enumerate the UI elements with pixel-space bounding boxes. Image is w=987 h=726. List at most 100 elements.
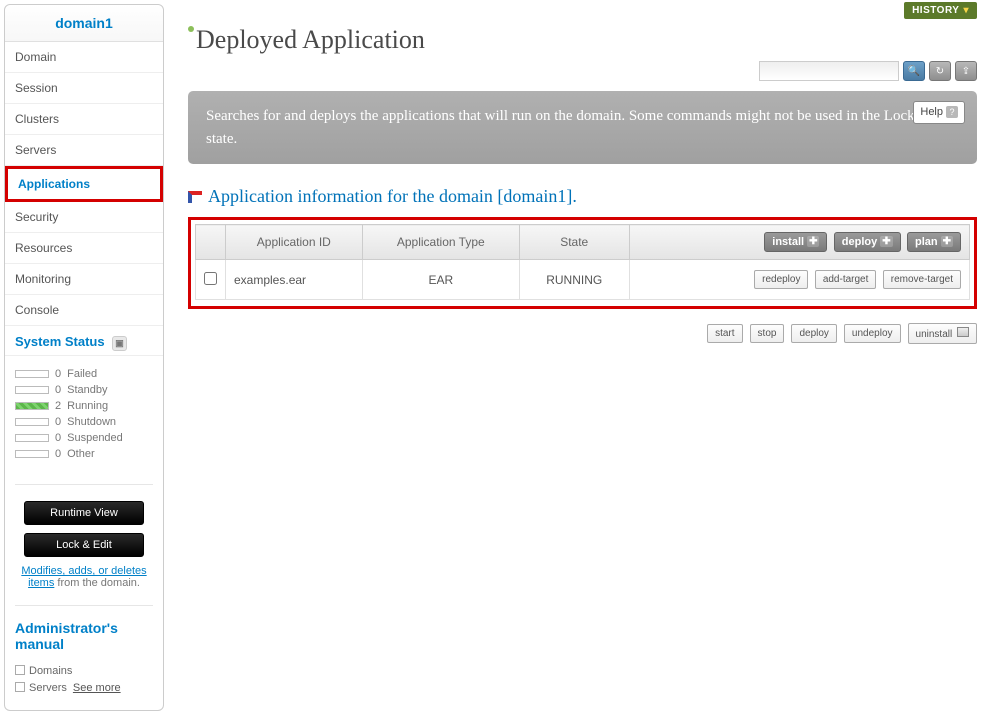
admin-manual-title: Administrator's manual: [5, 612, 163, 660]
search-input[interactable]: [759, 61, 899, 81]
plus-icon: ✚: [807, 236, 819, 247]
start-button[interactable]: start: [707, 324, 742, 343]
install-button[interactable]: install✚: [764, 232, 827, 252]
page-title: Deployed Application: [188, 25, 977, 55]
nav-console[interactable]: Console: [5, 295, 163, 326]
col-app-id: Application ID: [226, 225, 363, 260]
nav-security[interactable]: Security: [5, 202, 163, 233]
lock-edit-button[interactable]: Lock & Edit: [24, 533, 144, 557]
plan-label: plan: [915, 236, 938, 248]
label-shutdown: Shutdown: [67, 416, 116, 428]
col-app-type: Application Type: [362, 225, 519, 260]
nav-servers[interactable]: Servers: [5, 135, 163, 166]
search-bar: 🔍 ↻ ⇪: [188, 61, 977, 81]
nav-monitoring[interactable]: Monitoring: [5, 264, 163, 295]
search-icon: 🔍: [908, 66, 920, 77]
count-running: 2: [55, 400, 61, 412]
doc-icon: [15, 682, 25, 692]
label-running: Running: [67, 400, 108, 412]
nav-applications[interactable]: Applications: [5, 166, 163, 202]
plus-icon: ✚: [941, 236, 953, 247]
mod-text: Modifies, adds, or deletes items from th…: [15, 565, 153, 589]
history-label: HISTORY: [912, 5, 959, 16]
doc-icon: [15, 665, 25, 675]
mod-text-rest: from the domain.: [54, 577, 140, 589]
label-failed: Failed: [67, 368, 97, 380]
admin-domains-label: Domains: [29, 665, 72, 677]
label-other: Other: [67, 448, 95, 460]
section-title-text: Application information for the domain […: [208, 186, 577, 207]
label-suspended: Suspended: [67, 432, 123, 444]
col-checkbox: [196, 225, 226, 260]
admin-manual-list: Domains Servers See more: [5, 664, 163, 710]
table-header-row: Application ID Application Type State in…: [196, 225, 970, 260]
count-shutdown: 0: [55, 416, 61, 428]
export-icon: ⇪: [962, 66, 970, 77]
status-failed: 0 Failed: [15, 368, 153, 380]
admin-domains[interactable]: Domains: [15, 664, 153, 677]
sidebar: domain1 Domain Session Clusters Servers …: [4, 4, 164, 711]
install-label: install: [772, 236, 804, 248]
description-text: Searches for and deploys the application…: [206, 108, 959, 147]
chevron-down-icon: ▾: [963, 5, 969, 16]
redeploy-button[interactable]: redeploy: [754, 270, 808, 289]
sidebar-title: domain1: [5, 5, 163, 42]
help-label: Help: [920, 106, 943, 118]
description-box: Searches for and deploys the application…: [188, 91, 977, 164]
col-actions: install✚ deploy✚ plan✚: [629, 225, 970, 260]
bar-suspended: [15, 434, 49, 442]
stop-button[interactable]: stop: [750, 324, 785, 343]
export-button[interactable]: ⇪: [955, 61, 977, 81]
undeploy-button[interactable]: undeploy: [844, 324, 901, 343]
deploy-button[interactable]: deploy: [791, 324, 836, 343]
bar-failed: [15, 370, 49, 378]
system-status-list: 0 Failed 0 Standby 2 Running 0 Shutdown …: [5, 356, 163, 478]
bar-running: [15, 402, 49, 410]
runtime-view-button[interactable]: Runtime View: [24, 501, 144, 525]
status-dot-icon: [188, 26, 194, 32]
system-status-icon[interactable]: ▣: [112, 336, 127, 351]
row-checkbox-cell: [196, 260, 226, 300]
nav-session[interactable]: Session: [5, 73, 163, 104]
refresh-icon: ↻: [936, 66, 944, 77]
status-running: 2 Running: [15, 400, 153, 412]
side-actions: Runtime View Lock & Edit Modifies, adds,…: [5, 491, 163, 599]
page-title-text: Deployed Application: [196, 25, 425, 54]
help-icon: ?: [946, 106, 958, 118]
row-state: RUNNING: [519, 260, 629, 300]
divider-2: [15, 605, 153, 606]
admin-servers[interactable]: Servers See more: [15, 681, 153, 694]
nav-clusters[interactable]: Clusters: [5, 104, 163, 135]
status-standby: 0 Standby: [15, 384, 153, 396]
status-suspended: 0 Suspended: [15, 432, 153, 444]
uninstall-icon: [957, 327, 969, 337]
nav-domain[interactable]: Domain: [5, 42, 163, 73]
uninstall-button[interactable]: uninstall: [908, 323, 977, 344]
plan-button[interactable]: plan✚: [907, 232, 961, 252]
deploy-header-button[interactable]: deploy✚: [834, 232, 901, 252]
status-other: 0 Other: [15, 448, 153, 460]
bar-other: [15, 450, 49, 458]
help-button[interactable]: Help?: [913, 101, 965, 124]
system-status-label: System Status: [15, 334, 105, 349]
deploy-header-label: deploy: [842, 236, 877, 248]
section-title: Application information for the domain […: [188, 186, 977, 207]
count-suspended: 0: [55, 432, 61, 444]
count-other: 0: [55, 448, 61, 460]
nav-resources[interactable]: Resources: [5, 233, 163, 264]
add-target-button[interactable]: add-target: [815, 270, 877, 289]
refresh-button[interactable]: ↻: [929, 61, 951, 81]
row-checkbox[interactable]: [204, 272, 217, 285]
label-standby: Standby: [67, 384, 107, 396]
row-actions: redeploy add-target remove-target: [629, 260, 970, 300]
applications-table: Application ID Application Type State in…: [195, 224, 970, 300]
remove-target-button[interactable]: remove-target: [883, 270, 961, 289]
search-button[interactable]: 🔍: [903, 61, 925, 81]
admin-servers-label: Servers: [29, 682, 67, 694]
plus-icon: ✚: [880, 236, 892, 247]
history-button[interactable]: HISTORY ▾: [904, 2, 977, 19]
table-row: examples.ear EAR RUNNING redeploy add-ta…: [196, 260, 970, 300]
status-shutdown: 0 Shutdown: [15, 416, 153, 428]
see-more-link[interactable]: See more: [73, 682, 121, 694]
bar-standby: [15, 386, 49, 394]
